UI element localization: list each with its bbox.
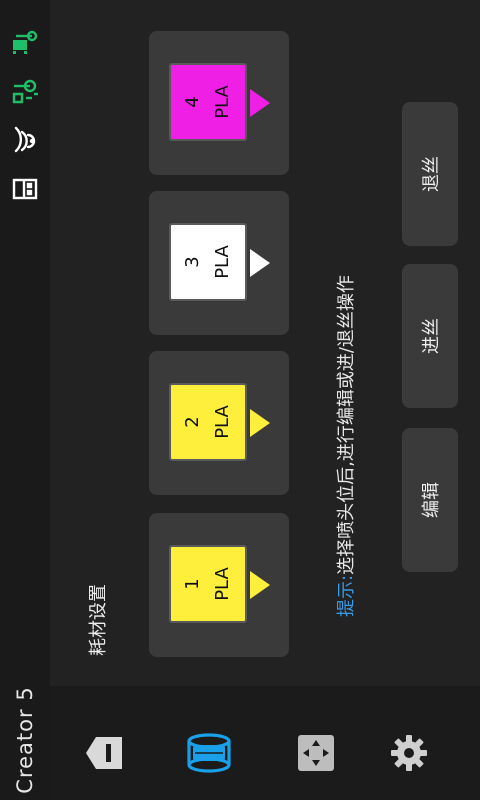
load-button[interactable]: 进丝 bbox=[402, 264, 458, 408]
slot-pointer-icon bbox=[250, 249, 270, 277]
wifi-icon bbox=[8, 121, 42, 155]
slot-material: PLA bbox=[212, 567, 233, 601]
spool-swatch: 1 PLA bbox=[169, 545, 247, 623]
slot-2[interactable]: 2 PLA bbox=[149, 351, 289, 495]
slot-number: 3 bbox=[182, 256, 203, 268]
slot-4[interactable]: 4 PLA bbox=[149, 31, 289, 175]
slot-pointer-icon bbox=[250, 409, 270, 437]
usb-icon bbox=[8, 172, 42, 206]
page-title: 耗材设置 bbox=[88, 584, 109, 656]
slot-pointer-icon bbox=[250, 571, 270, 599]
unload-label: 退丝 bbox=[421, 156, 442, 192]
edit-label: 编辑 bbox=[421, 482, 442, 518]
load-label: 进丝 bbox=[421, 318, 442, 354]
bed-temperature-icon bbox=[8, 24, 42, 58]
slot-material: PLA bbox=[212, 405, 233, 439]
slot-pointer-icon bbox=[250, 89, 270, 117]
move-icon[interactable] bbox=[293, 730, 339, 776]
unload-button[interactable]: 退丝 bbox=[402, 102, 458, 246]
spool-swatch: 2 PLA bbox=[169, 383, 247, 461]
back-icon[interactable] bbox=[81, 730, 127, 776]
slot-3[interactable]: 3 PLA bbox=[149, 191, 289, 335]
filament-icon[interactable] bbox=[186, 730, 232, 776]
slot-number: 4 bbox=[182, 96, 203, 108]
settings-icon[interactable] bbox=[386, 730, 432, 776]
spool-swatch: 4 PLA bbox=[169, 63, 247, 141]
slot-1[interactable]: 1 PLA bbox=[149, 513, 289, 657]
edit-button[interactable]: 编辑 bbox=[402, 428, 458, 572]
app-title: Creator 5 bbox=[13, 686, 37, 794]
slot-number: 2 bbox=[182, 416, 203, 428]
hint-prefix: 提示: bbox=[336, 574, 357, 617]
slot-material: PLA bbox=[212, 85, 233, 119]
slot-number: 1 bbox=[182, 578, 203, 590]
hint-body: 选择喷头位后,进行编辑或进/退丝操作 bbox=[336, 275, 357, 575]
slot-material: PLA bbox=[212, 245, 233, 279]
status-strip: Creator 5 bbox=[0, 0, 50, 800]
hint-text: 提示:选择喷头位后,进行编辑或进/退丝操作 bbox=[332, 275, 358, 617]
spool-swatch: 3 PLA bbox=[169, 223, 247, 301]
nozzle-temperature-icon bbox=[8, 72, 42, 106]
